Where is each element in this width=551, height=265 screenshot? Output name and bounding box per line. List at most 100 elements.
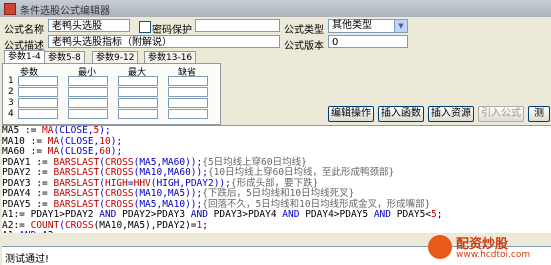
param-2-name[interactable] — [18, 87, 58, 97]
param-4-max[interactable] — [118, 109, 158, 119]
code-token: A1 — [2, 230, 19, 233]
code-token: AND — [190, 209, 208, 220]
code-token: MA — [47, 146, 60, 157]
code-token: CROSS — [104, 188, 134, 199]
code-token: AND — [19, 230, 36, 233]
code-token: {5日均线上穿60日均线} — [202, 156, 307, 168]
import-formula-button[interactable]: 引入公式 — [478, 106, 524, 122]
formula-name-input[interactable]: 老鸭头选股 — [48, 19, 130, 32]
code-token: PDAY5< — [391, 209, 432, 220]
edit-operation-button[interactable]: 编辑操作 — [328, 106, 374, 122]
code-token: 60 — [99, 146, 111, 157]
formula-properties-panel: 公式名称 老鸭头选股 密码保护 公式描述 老鸭头选股指标（附解说） 公式类型 其… — [0, 17, 551, 125]
code-token: A1:= PDAY1>PDAY2 — [2, 209, 100, 220]
code-token: CROSS — [104, 198, 134, 210]
formula-name-label: 公式名称 — [4, 25, 44, 36]
code-token: AND — [99, 209, 117, 220]
code-token: (CLOSE, — [59, 146, 100, 157]
insert-function-button[interactable]: 插入函数 — [378, 106, 424, 122]
code-token: PDAY3>PDAY4 — [207, 209, 283, 220]
code-line[interactable]: A2:= COUNT(CROSS(MA10,MA5),PDAY2)=1; — [2, 219, 551, 232]
code-token: AND — [282, 209, 300, 220]
formula-type-label: 公式类型 — [284, 25, 324, 36]
watermark-logo-icon — [428, 235, 452, 259]
param-row-4: 4 — [8, 109, 14, 119]
code-token: (MA5,MA60)); — [133, 156, 203, 168]
code-token: COUNT — [30, 219, 60, 231]
code-token: PDAY4>PDAY5 — [299, 209, 374, 220]
chevron-down-icon[interactable]: ▼ — [394, 20, 407, 32]
code-token: (MA10,MA5)); — [133, 188, 203, 199]
code-token: (HIGH,PDAY2)); — [150, 177, 231, 189]
code-token: PDAY4 := — [2, 188, 54, 199]
code-token: PDAY3 := — [2, 177, 54, 189]
code-token: ; — [202, 219, 208, 231]
param-1-max[interactable] — [118, 76, 158, 86]
param-4-min[interactable] — [68, 109, 108, 119]
param-2-max[interactable] — [118, 87, 158, 97]
param-2-default[interactable] — [168, 87, 208, 97]
password-protect-checkbox[interactable] — [139, 21, 151, 33]
param-3-min[interactable] — [68, 98, 108, 108]
code-token: A2:= — [2, 219, 31, 231]
code-token: CROSS — [104, 167, 134, 178]
code-token: PDAY2>PDAY3 — [116, 209, 191, 220]
code-token: AND — [373, 209, 391, 220]
code-token: HIGH — [104, 177, 128, 189]
test-button[interactable]: 测 — [528, 106, 550, 122]
code-token: A2; — [36, 230, 59, 233]
code-token: 10 — [99, 135, 111, 147]
code-token: CROSS — [104, 156, 134, 168]
code-token: (MA10,MA5),PDAY2)= — [93, 219, 197, 231]
status-text: 测试通过! — [5, 254, 50, 265]
password-protect-label: 密码保护 — [152, 25, 192, 36]
code-token: MA5 := — [2, 125, 43, 136]
window-title: 条件选股公式编辑器 — [20, 6, 110, 17]
tab-params-1-4[interactable]: 参数1-4 — [4, 50, 45, 64]
formula-code-editor[interactable]: MA5 := MA(CLOSE,5); MA10 := MA(CLOSE,10);… — [2, 125, 551, 233]
code-token: MA — [47, 135, 60, 147]
code-token: {下跌后，5日均线和10日均线死叉} — [202, 188, 355, 199]
param-1-default[interactable] — [168, 76, 208, 86]
formula-type-value: 其他类型 — [332, 20, 372, 31]
code-token: (MA5,MA10)); — [133, 198, 203, 210]
formula-type-select[interactable]: 其他类型 ▼ — [328, 19, 408, 33]
param-3-name[interactable] — [18, 98, 58, 108]
param-row-3: 3 — [8, 98, 14, 108]
code-token: MA — [42, 125, 54, 136]
param-3-default[interactable] — [168, 98, 208, 108]
param-1-min[interactable] — [68, 76, 108, 86]
watermark: 配资炒股 www.hcdtoi.com — [428, 233, 551, 265]
code-token: {回落不久，5日均线和10日均线形成金叉，形成嘴部} — [202, 198, 431, 210]
code-token: MA10 := — [2, 135, 48, 147]
code-token: BARSLAST — [53, 167, 100, 178]
insert-resource-button[interactable]: 插入资源 — [428, 106, 474, 122]
code-token: BARSLAST — [53, 198, 100, 210]
code-token: MA60 := — [2, 146, 48, 157]
param-1-name[interactable] — [18, 76, 58, 86]
param-4-default[interactable] — [168, 109, 208, 119]
code-token: CROSS — [64, 219, 94, 231]
code-token: ; — [436, 209, 443, 220]
param-4-name[interactable] — [18, 109, 58, 119]
code-token: ); — [110, 135, 123, 147]
title-bar: 条件选股公式编辑器 — [0, 0, 551, 18]
code-token: BARSLAST — [53, 156, 100, 168]
code-token: HHV — [133, 177, 151, 189]
code-token: BARSLAST — [53, 177, 100, 189]
formula-version-input[interactable]: 0 — [328, 35, 408, 48]
formula-version-label: 公式版本 — [284, 41, 324, 52]
code-token: {10日均线上穿60日均线，至此形成鸭颈部} — [207, 167, 395, 178]
code-token: PDAY1 := — [2, 156, 54, 168]
code-token: PDAY5 := — [2, 198, 54, 210]
param-2-min[interactable] — [68, 87, 108, 97]
param-row-1: 1 — [8, 76, 14, 86]
code-token: ); — [99, 125, 111, 136]
code-token: ); — [110, 146, 123, 157]
watermark-url: www.hcdtoi.com — [456, 250, 531, 260]
code-token: (CLOSE, — [59, 135, 100, 147]
code-token: (MA10,MA60)); — [133, 167, 208, 178]
formula-desc-input[interactable]: 老鸭头选股指标（附解说） — [48, 35, 280, 48]
password-input[interactable] — [195, 19, 280, 32]
param-3-max[interactable] — [118, 98, 158, 108]
